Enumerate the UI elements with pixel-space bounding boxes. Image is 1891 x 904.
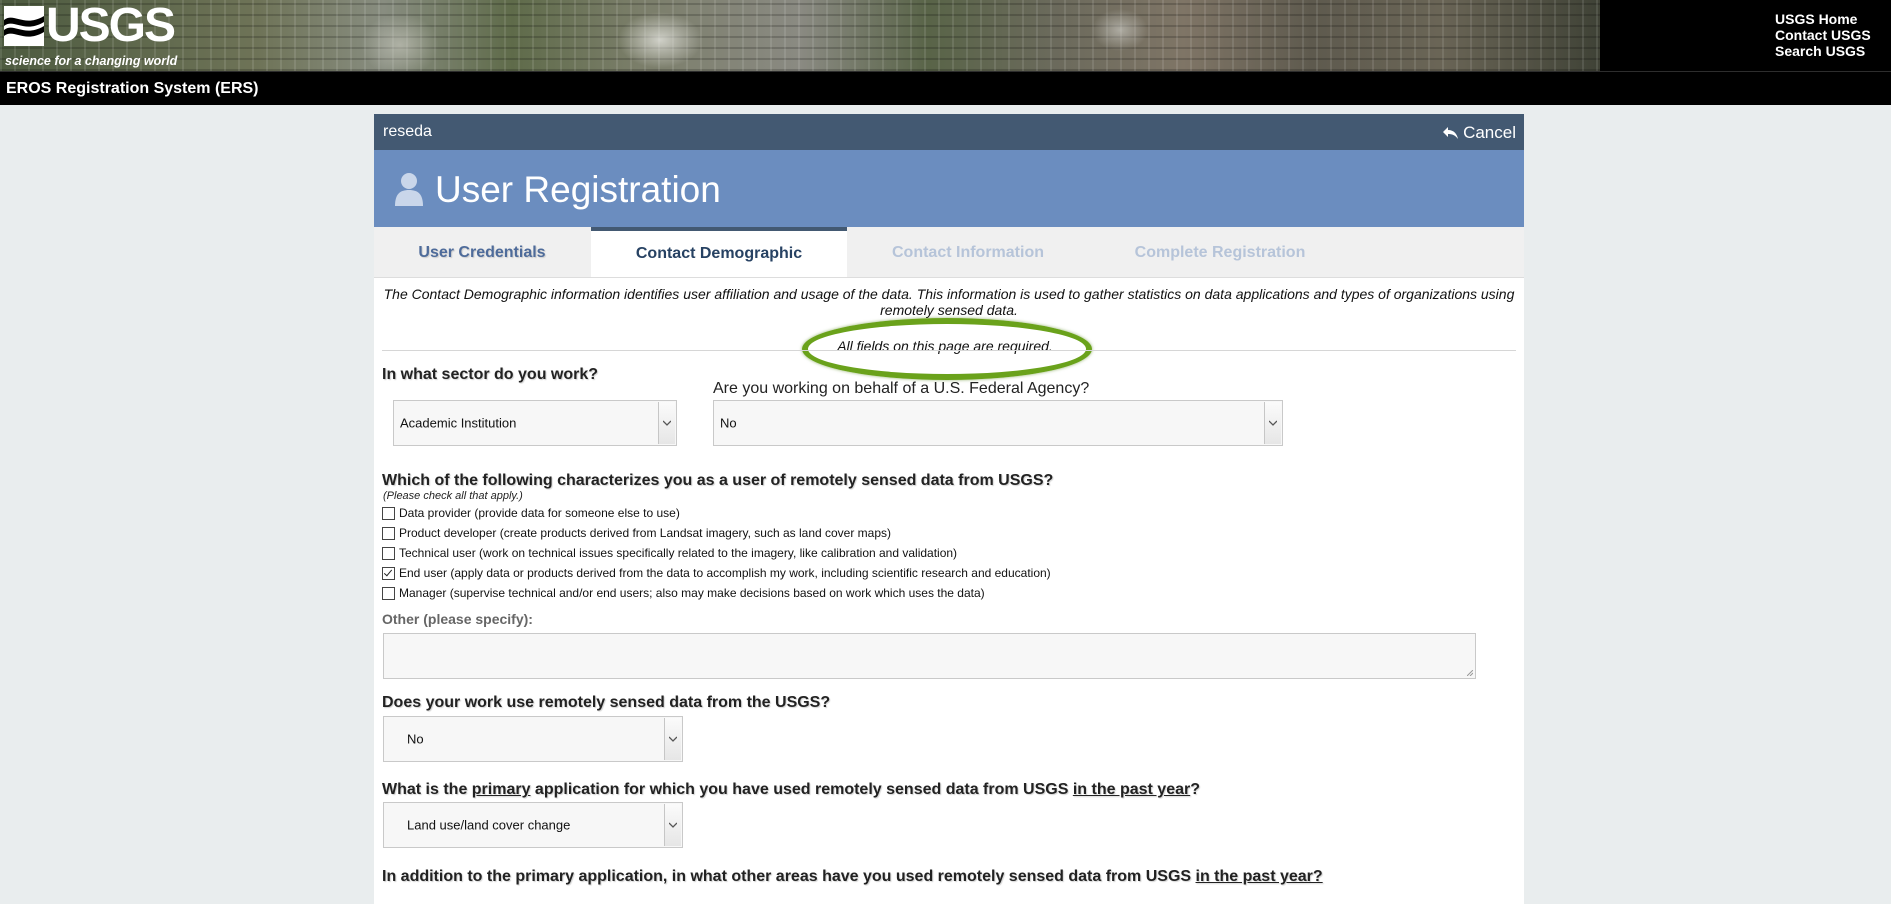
primary-application-value: Land use/land cover change xyxy=(407,817,571,833)
panel-titlebar: User Registration xyxy=(374,150,1524,227)
system-title-bar: EROS Registration System (ERS) xyxy=(0,71,1891,105)
checkbox-label: Technical user (work on technical issues… xyxy=(399,546,958,560)
sector-select-value: Academic Institution xyxy=(400,415,517,431)
system-title: EROS Registration System (ERS) xyxy=(6,80,259,97)
usgs-data-question: Does your work use remotely sensed data … xyxy=(382,694,831,711)
primary-application-question: What is the primary application for whic… xyxy=(382,781,1200,799)
primary-emphasis: primary xyxy=(471,781,531,798)
top-links: USGS Home Contact USGS Search USGS xyxy=(1775,11,1885,59)
required-note: All fields on this page are required. xyxy=(802,318,1092,380)
question-text: application for which you have used remo… xyxy=(530,781,1073,798)
usgs-data-select[interactable]: No xyxy=(383,716,683,762)
federal-agency-select[interactable]: No xyxy=(713,400,1283,446)
usgs-home-link[interactable]: USGS Home xyxy=(1775,11,1885,27)
cancel-button[interactable]: Cancel xyxy=(1442,123,1516,143)
tab-user-credentials[interactable]: User Credentials xyxy=(374,227,590,277)
sector-select[interactable]: Academic Institution xyxy=(393,400,677,446)
checkbox-product-developer[interactable]: Product developer (create products deriv… xyxy=(382,524,891,542)
tab-complete-registration: Complete Registration xyxy=(1134,244,1306,261)
user-icon xyxy=(395,173,423,206)
usgs-header: USGS science for a changing world USGS H… xyxy=(0,0,1891,71)
usgs-wave-logo-icon xyxy=(4,6,44,46)
resize-grip-icon[interactable] xyxy=(1467,670,1473,676)
checkbox-end-user[interactable]: End user (apply data or products derived… xyxy=(382,564,1051,582)
search-usgs-link[interactable]: Search USGS xyxy=(1775,43,1885,59)
past-year-emphasis: in the past year xyxy=(1072,781,1191,798)
reply-arrow-icon xyxy=(1443,127,1459,139)
usgs-data-value: No xyxy=(407,731,424,747)
other-specify-textarea[interactable] xyxy=(383,633,1476,679)
checkbox-label: End user (apply data or products derived… xyxy=(399,566,1051,580)
registration-panel: reseda Cancel User Registration User Cre… xyxy=(374,114,1524,904)
usgs-tagline: science for a changing world xyxy=(5,54,178,68)
tab-contact-information: Contact Information xyxy=(892,244,1044,261)
username-label: reseda xyxy=(383,123,432,140)
usgs-wordmark: USGS xyxy=(46,0,176,52)
primary-application-select[interactable]: Land use/land cover change xyxy=(383,802,683,848)
contact-usgs-link[interactable]: Contact USGS xyxy=(1775,27,1885,43)
checkbox-data-provider[interactable]: Data provider (provide data for someone … xyxy=(382,504,680,522)
question-text: What is the xyxy=(382,781,472,798)
question-text: In addition to the primary application, … xyxy=(382,868,1196,885)
cancel-label: Cancel xyxy=(1463,123,1516,142)
chevron-down-icon xyxy=(664,804,681,846)
check-all-hint: (Please check all that apply.) xyxy=(383,490,523,502)
checkbox-technical-user[interactable]: Technical user (work on technical issues… xyxy=(382,544,957,562)
federal-question: Are you working on behalf of a U.S. Fede… xyxy=(713,380,1090,397)
panel-topbar: reseda Cancel xyxy=(374,114,1524,150)
usgs-logo[interactable]: USGS science for a changing world xyxy=(4,0,178,68)
aerial-banner-image xyxy=(0,0,1600,71)
user-type-question: Which of the following characterizes you… xyxy=(382,472,1054,489)
intro-text: The Contact Demographic information iden… xyxy=(383,286,1515,318)
registration-tabs: User Credentials Contact Demographic Con… xyxy=(374,227,1524,278)
checkbox-label: Product developer (create products deriv… xyxy=(399,526,892,540)
checkbox-label: Manager (supervise technical and/or end … xyxy=(399,586,985,600)
question-text: ? xyxy=(1190,781,1200,798)
checkbox-checked[interactable] xyxy=(382,566,395,580)
sector-question: In what sector do you work? xyxy=(382,366,599,383)
chevron-down-icon xyxy=(664,718,681,760)
checkbox-manager[interactable]: Manager (supervise technical and/or end … xyxy=(382,584,985,602)
divider xyxy=(382,350,1516,351)
page-title: User Registration xyxy=(435,169,721,210)
checkbox[interactable] xyxy=(382,546,395,560)
required-note-text: All fields on this page are required. xyxy=(837,338,1053,354)
chevron-down-icon xyxy=(1264,402,1281,444)
past-year-emphasis: in the past year? xyxy=(1195,868,1323,885)
checkbox[interactable] xyxy=(382,506,395,520)
other-label: Other (please specify): xyxy=(382,611,533,627)
other-areas-question: In addition to the primary application, … xyxy=(382,868,1323,886)
checkbox[interactable] xyxy=(382,586,395,600)
checkbox[interactable] xyxy=(382,526,395,540)
tab-contact-demographic[interactable]: Contact Demographic xyxy=(591,227,847,277)
federal-select-value: No xyxy=(720,415,737,431)
checkbox-label: Data provider (provide data for someone … xyxy=(399,506,680,520)
chevron-down-icon xyxy=(658,402,675,444)
